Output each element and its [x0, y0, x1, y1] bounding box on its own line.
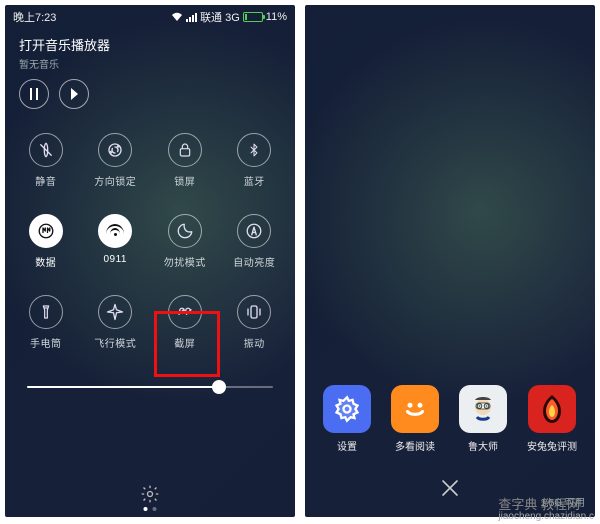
tile-lock[interactable]: 锁屏: [150, 133, 220, 188]
music-next-button[interactable]: [59, 79, 89, 109]
app-label: 鲁大师: [468, 438, 498, 453]
tile-torch[interactable]: 手电筒: [11, 295, 81, 350]
signal-icon: [186, 13, 197, 22]
app-antutu[interactable]: 安兔兔评测: [527, 385, 577, 453]
tile-label: 振动: [244, 335, 265, 350]
app-settings[interactable]: 设置: [323, 385, 371, 453]
recent-apps-row: 设置 多看阅读 鲁大师 安兔兔评测: [305, 385, 595, 453]
tile-label: 勿扰模式: [164, 254, 206, 269]
auto-bright-icon: [237, 214, 271, 248]
tile-wifi[interactable]: 0911: [81, 214, 151, 269]
bluetooth-icon: [237, 133, 271, 167]
ludashi-app-icon: [459, 385, 507, 433]
close-all-button[interactable]: [439, 477, 461, 499]
music-title: 打开音乐播放器: [19, 35, 281, 54]
app-smile[interactable]: 多看阅读: [391, 385, 439, 453]
data-icon: [29, 214, 63, 248]
tile-airplane[interactable]: 飞行模式: [81, 295, 151, 350]
antutu-app-icon: [528, 385, 576, 433]
tile-vibrate[interactable]: 振动: [220, 295, 290, 350]
tile-label: 手电筒: [30, 335, 62, 350]
lock-icon: [168, 133, 202, 167]
watermark: 查字典 教程网 jiaocheng.chazidian.c: [498, 494, 594, 522]
mute-icon: [29, 133, 63, 167]
quick-settings-grid: 静音方向锁定锁屏蓝牙数据0911勿扰模式自动亮度手电筒飞行模式截屏振动: [5, 113, 295, 356]
torch-icon: [29, 295, 63, 329]
tile-rotate-lock[interactable]: 方向锁定: [81, 133, 151, 188]
music-widget: 打开音乐播放器 暂无音乐: [5, 27, 295, 113]
vibrate-icon: [237, 295, 271, 329]
tile-label: 0911: [103, 254, 127, 265]
tile-label: 数据: [35, 254, 56, 269]
battery-icon: [243, 12, 263, 22]
page-dots: [144, 507, 157, 511]
tile-bluetooth[interactable]: 蓝牙: [220, 133, 290, 188]
carrier-label: 联通 3G: [200, 9, 240, 25]
status-bar: 晚上7:23 联通 3G 11%: [5, 5, 295, 27]
tile-dnd[interactable]: 勿扰模式: [150, 214, 220, 269]
music-pause-button[interactable]: [19, 79, 49, 109]
app-label: 多看阅读: [395, 438, 435, 453]
rotate-lock-icon: [98, 133, 132, 167]
wifi-status-icon: [171, 12, 183, 22]
app-label: 设置: [337, 438, 357, 453]
tile-label: 锁屏: [174, 173, 195, 188]
tile-data[interactable]: 数据: [11, 214, 81, 269]
airplane-icon: [98, 295, 132, 329]
shade-footer: [5, 471, 295, 517]
app-label: 安兔兔评测: [527, 438, 577, 453]
phone-recents: 设置多看阅读鲁大师安兔兔评测 1.5G 可用: [305, 5, 595, 517]
settings-gear-icon[interactable]: [140, 484, 160, 504]
tile-label: 蓝牙: [244, 173, 265, 188]
battery-pct: 11%: [266, 11, 287, 23]
settings-app-icon: [323, 385, 371, 433]
tile-label: 静音: [35, 173, 56, 188]
screenshot-highlight-box: [154, 311, 220, 377]
phone-notification-shade: 晚上7:23 联通 3G 11% 打开音乐播放器 暂无音乐 静音 方向锁定 锁屏 蓝牙…: [5, 5, 295, 517]
app-ludashi[interactable]: 鲁大师: [459, 385, 507, 453]
brightness-slider[interactable]: [5, 356, 295, 404]
wifi-icon: [98, 214, 132, 248]
tile-mute[interactable]: 静音: [11, 133, 81, 188]
tile-label: 自动亮度: [233, 254, 275, 269]
status-time: 晚上7:23: [13, 9, 56, 25]
smile-app-icon: [391, 385, 439, 433]
dnd-icon: [168, 214, 202, 248]
tile-label: 飞行模式: [94, 335, 136, 350]
tile-label: 方向锁定: [94, 173, 136, 188]
music-subtitle: 暂无音乐: [19, 56, 281, 71]
tile-auto-bright[interactable]: 自动亮度: [220, 214, 290, 269]
